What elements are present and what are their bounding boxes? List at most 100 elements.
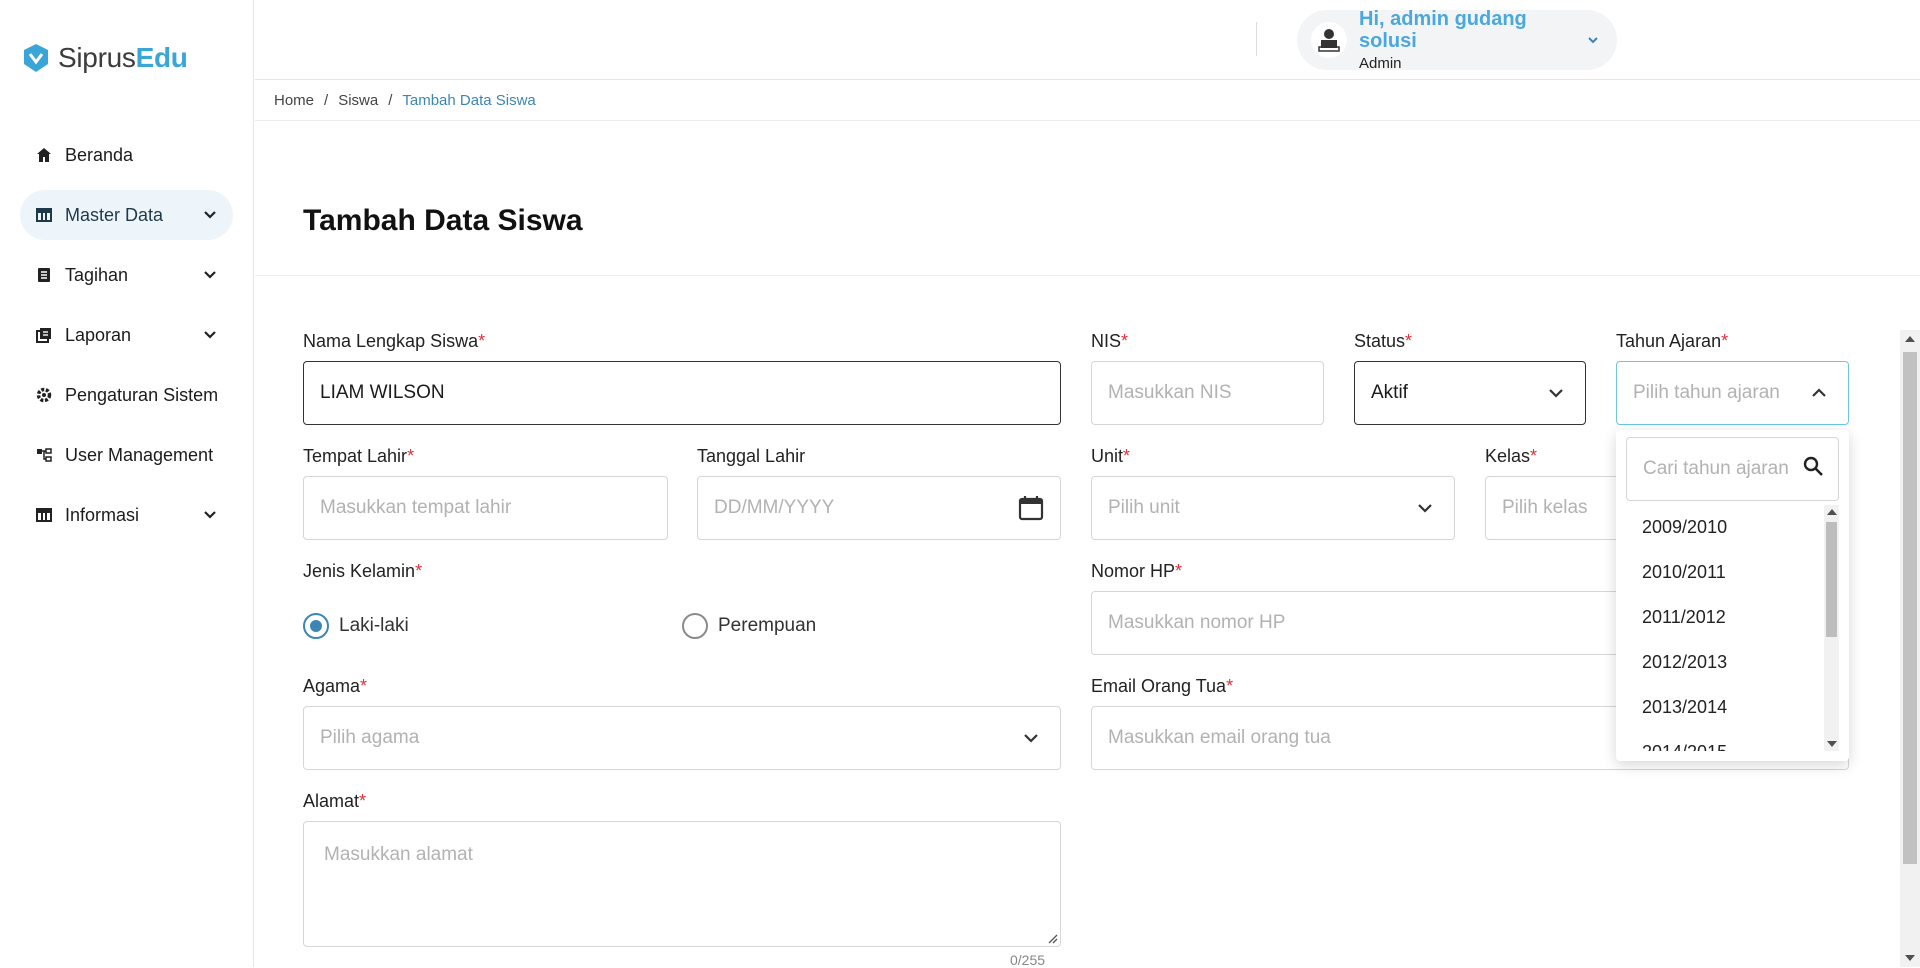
unit-placeholder: Pilih unit [1108, 497, 1180, 518]
sidebar-item-informasi[interactable]: Informasi [20, 490, 233, 540]
chevron-down-icon [201, 506, 219, 524]
chevron-down-icon [201, 206, 219, 224]
breadcrumb-home[interactable]: Home [274, 92, 314, 109]
tahun-option[interactable]: 2009/2010 [1616, 505, 1849, 550]
tahun-search-input[interactable]: Cari tahun ajaran [1626, 437, 1839, 501]
tahun-option-list: 2009/2010 2010/2011 2011/2012 2012/2013 … [1616, 505, 1849, 751]
sidebar-item-label: Master Data [65, 204, 164, 225]
sidebar-item-master-data[interactable]: Master Data [20, 190, 233, 240]
agama-placeholder: Pilih agama [320, 727, 420, 748]
tanggal-label-text: Tanggal Lahir [697, 446, 806, 466]
profile-role: Admin [1359, 55, 1402, 72]
tahun-option[interactable]: 2011/2012 [1616, 595, 1849, 640]
nama-label: Nama Lengkap Siswa* [303, 331, 485, 352]
radio-laki-laki[interactable]: Laki-laki [303, 613, 409, 639]
tanggal-placeholder: DD/MM/YYYY [714, 497, 835, 518]
agama-label-text: Agama [303, 676, 361, 696]
search-icon [1802, 455, 1824, 483]
email-label: Email Orang Tua* [1091, 676, 1233, 697]
table-icon [33, 504, 55, 526]
brand-part-2: Edu [135, 42, 188, 73]
dropdown-scrollbar[interactable] [1824, 505, 1839, 751]
sidebar-item-label: User Management [65, 444, 214, 465]
home-icon [33, 144, 55, 166]
radio-label: Laki-laki [339, 615, 409, 636]
sidebar-item-label: Beranda [65, 144, 134, 165]
chevron-down-icon [1543, 380, 1569, 406]
required-mark: * [1530, 446, 1538, 466]
sidebar-item-label: Informasi [65, 504, 140, 525]
required-mark: * [1721, 331, 1729, 351]
hp-label: Nomor HP* [1091, 561, 1182, 582]
status-value: Aktif [1371, 382, 1408, 403]
tanggal-label: Tanggal Lahir [697, 446, 805, 467]
scrollbar-thumb[interactable] [1903, 352, 1917, 864]
nama-input[interactable]: LIAM WILSON [303, 361, 1061, 425]
calendar-icon[interactable] [1018, 495, 1044, 521]
tanggal-input[interactable]: DD/MM/YYYY [697, 476, 1061, 540]
sidebar: SiprusEdu Beranda Master Data Tagihan La… [0, 0, 254, 967]
tahun-option[interactable]: 2012/2013 [1616, 640, 1849, 685]
resize-handle-icon[interactable] [1046, 932, 1058, 944]
scroll-down-arrow-icon[interactable] [1827, 741, 1837, 747]
brand-part-1: Siprus [58, 42, 136, 73]
agama-label: Agama* [303, 676, 367, 697]
scroll-up-arrow-icon[interactable] [1905, 336, 1915, 342]
jenis-label: Jenis Kelamin* [303, 561, 422, 582]
unit-label: Unit* [1091, 446, 1130, 467]
tahun-option[interactable]: 2014/2015 [1616, 730, 1849, 751]
top-divider [1256, 22, 1257, 56]
breadcrumb: Home / Siswa / Tambah Data Siswa [274, 92, 536, 109]
scroll-up-arrow-icon[interactable] [1827, 509, 1837, 515]
radio-indicator [682, 613, 708, 639]
breadcrumb-separator: / [388, 92, 393, 109]
sidebar-item-label: Tagihan [65, 264, 129, 285]
tahun-label-text: Tahun Ajaran [1616, 331, 1722, 351]
tahun-option[interactable]: 2010/2011 [1616, 550, 1849, 595]
alamat-textarea[interactable]: Masukkan alamat [303, 821, 1061, 947]
scroll-down-arrow-icon[interactable] [1905, 955, 1915, 961]
unit-select[interactable]: Pilih unit [1091, 476, 1455, 540]
brand-logo[interactable]: SiprusEdu [20, 42, 188, 74]
search-placeholder: Cari tahun ajaran [1643, 458, 1789, 479]
chevron-down-icon [1587, 31, 1599, 49]
document-icon [33, 264, 55, 286]
status-select[interactable]: Aktif [1354, 361, 1586, 425]
tahun-select[interactable]: Pilih tahun ajaran [1616, 361, 1849, 425]
tahun-option[interactable]: 2013/2014 [1616, 685, 1849, 730]
tempat-input[interactable]: Masukkan tempat lahir [303, 476, 668, 540]
kelas-label-text: Kelas [1485, 446, 1531, 466]
breadcrumb-siswa[interactable]: Siswa [338, 92, 378, 109]
sidebar-item-beranda[interactable]: Beranda [20, 130, 233, 180]
page-scrollbar[interactable] [1900, 330, 1920, 967]
table-icon [33, 204, 55, 226]
status-label: Status* [1354, 331, 1412, 352]
sidebar-item-user-management[interactable]: User Management [20, 430, 233, 480]
required-mark: * [1121, 331, 1129, 351]
nama-label-text: Nama Lengkap Siswa [303, 331, 479, 351]
alamat-label-text: Alamat [303, 791, 360, 811]
divider [255, 120, 1920, 121]
status-label-text: Status [1354, 331, 1406, 351]
radio-perempuan[interactable]: Perempuan [682, 613, 816, 639]
agama-select[interactable]: Pilih agama [303, 706, 1061, 770]
unit-label-text: Unit [1091, 446, 1124, 466]
sidebar-item-pengaturan-sistem[interactable]: Pengaturan Sistem [20, 370, 233, 420]
brand-name: SiprusEdu [58, 42, 188, 74]
nis-input[interactable]: Masukkan NIS [1091, 361, 1324, 425]
chevron-down-icon [201, 266, 219, 284]
required-mark: * [360, 676, 368, 696]
profile-menu[interactable]: Hi, admin gudang solusi Admin [1297, 8, 1617, 72]
required-mark: * [359, 791, 367, 811]
sidebar-item-tagihan[interactable]: Tagihan [20, 250, 233, 300]
page-title: Tambah Data Siswa [303, 204, 583, 237]
required-mark: * [415, 561, 423, 581]
scrollbar-thumb[interactable] [1826, 522, 1837, 637]
hp-label-text: Nomor HP [1091, 561, 1176, 581]
alamat-label: Alamat* [303, 791, 366, 812]
jenis-label-text: Jenis Kelamin [303, 561, 416, 581]
kelas-label: Kelas* [1485, 446, 1537, 467]
sidebar-item-laporan[interactable]: Laporan [20, 310, 233, 360]
top-bar [255, 0, 1920, 80]
user-avatar-icon [1318, 29, 1340, 52]
